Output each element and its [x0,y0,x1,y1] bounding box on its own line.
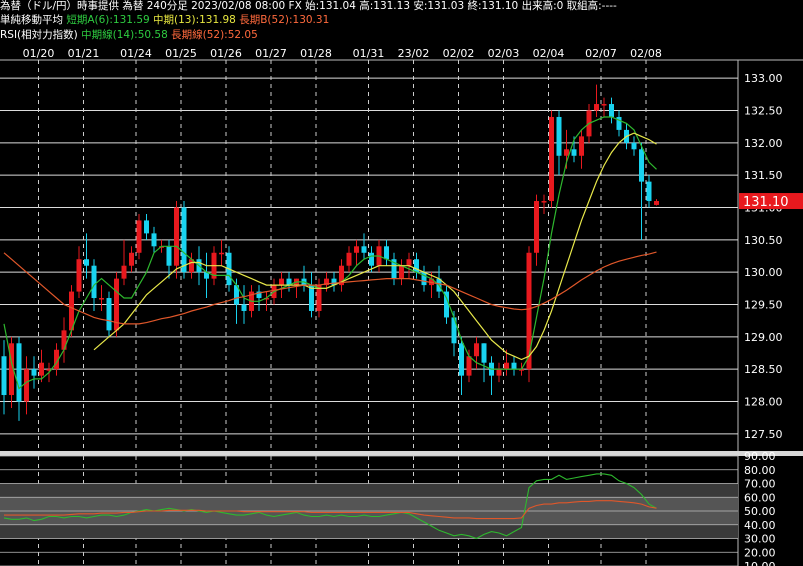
candle-body [361,246,367,253]
rsi-tick-label: 30.00 [744,533,776,546]
rsi-tick-label: 70.00 [744,478,776,491]
candle-body [474,343,479,357]
date-label: 01/21 [68,47,100,60]
price-tick-label: 128.50 [744,363,783,376]
candle-body [526,252,532,370]
candle-body [166,246,172,266]
candle-body [309,285,314,311]
candle-body [39,362,44,376]
candle-body [601,104,607,106]
date-label: 01/26 [210,47,242,60]
candle-body [76,259,82,292]
candle-body [631,142,637,150]
candles [1,84,659,421]
candle-body [594,104,599,111]
candle-body [504,362,509,370]
candle-body [406,259,412,266]
candle-body [549,116,554,202]
candle-body [346,252,352,266]
candle-body [279,278,284,286]
candle-body [571,149,577,156]
candle-body [106,298,112,331]
candle-body [121,265,127,279]
candle-body [241,304,247,311]
date-label: 02/07 [585,47,617,60]
price-tick-label: 132.00 [744,137,783,150]
price-tick-label: 129.00 [744,331,783,344]
date-label: 01/25 [165,47,197,60]
price-tick-label: 130.50 [744,234,783,247]
price-tick-label: 128.00 [744,396,783,409]
date-label: 02/03 [488,47,520,60]
y-axis-labels: 127.50 128.00 128.50 129.00 129.50 130.00 130.… [744,72,783,441]
rsi-tick-label: 90.00 [744,450,776,463]
date-label: 01/27 [255,47,287,60]
candle-body [354,246,359,253]
price-tick-label: 129.50 [744,299,783,312]
candle-body [91,265,97,299]
candle-body [144,220,149,234]
candle-body [646,181,652,202]
candle-body [466,356,472,376]
candle-body [31,369,37,376]
candle-body [99,298,104,300]
panel-separator [0,451,803,456]
rsi-tick-label: 40.00 [744,519,776,532]
x-axis-labels: 01/20 01/21 01/24 01/25 01/26 01/27 01/28 01/31… [23,47,662,60]
date-label: 02/04 [533,47,565,60]
rsi-tick-label: 60.00 [744,491,776,504]
candle-body [151,233,157,247]
candle-body [181,207,187,273]
candle-body [511,362,517,370]
candle-body [541,201,547,203]
last-price-tag: 131.10 [739,193,803,210]
candle-body [136,220,142,253]
rsi-tick-label: 80.00 [744,464,776,477]
date-label: 02/02 [443,47,475,60]
candle-body [174,207,179,266]
rsi-tick-label: 50.00 [744,505,776,518]
date-label: 01/28 [300,47,332,60]
candle-body [534,201,539,253]
candle-body [16,343,22,402]
date-label: 01/31 [353,47,385,60]
last-price-value: 131.10 [743,195,789,210]
candle-body [24,369,29,402]
candle-body [316,285,322,311]
candle-body [84,259,89,266]
candle-body [481,343,487,363]
date-label: 02/08 [630,47,662,60]
rsi-tick-label: 10.00 [744,560,776,566]
candle-body [459,343,464,376]
candle-body [384,246,389,260]
price-tick-label: 133.00 [744,72,783,85]
date-label: 01/24 [120,47,152,60]
candle-body [369,252,374,266]
rsi-tick-label: 20.00 [744,546,776,559]
candle-body [399,265,404,279]
date-label: 23/02 [398,47,430,60]
candle-body [564,149,569,156]
chart-canvas: 01/20 01/21 01/24 01/25 01/26 01/27 01/28 01/31… [0,47,803,566]
candle-body [639,149,644,182]
price-tick-label: 131.50 [744,169,783,182]
candle-body [219,252,224,255]
price-tick-label: 130.00 [744,266,783,279]
price-tick-label: 127.50 [744,428,783,441]
rsi-y-axis-labels: 10.0020.0030.0040.0050.0060.0070.0080.00… [744,450,776,566]
price-tick-label: 132.50 [744,105,783,118]
candle-body [556,116,562,156]
candle-body [496,369,502,376]
candle-body [609,104,614,117]
candle-body [654,201,659,205]
date-label: 01/20 [23,47,55,60]
candle-body [1,356,7,396]
candle-body [129,252,134,266]
candle-body [579,136,584,156]
